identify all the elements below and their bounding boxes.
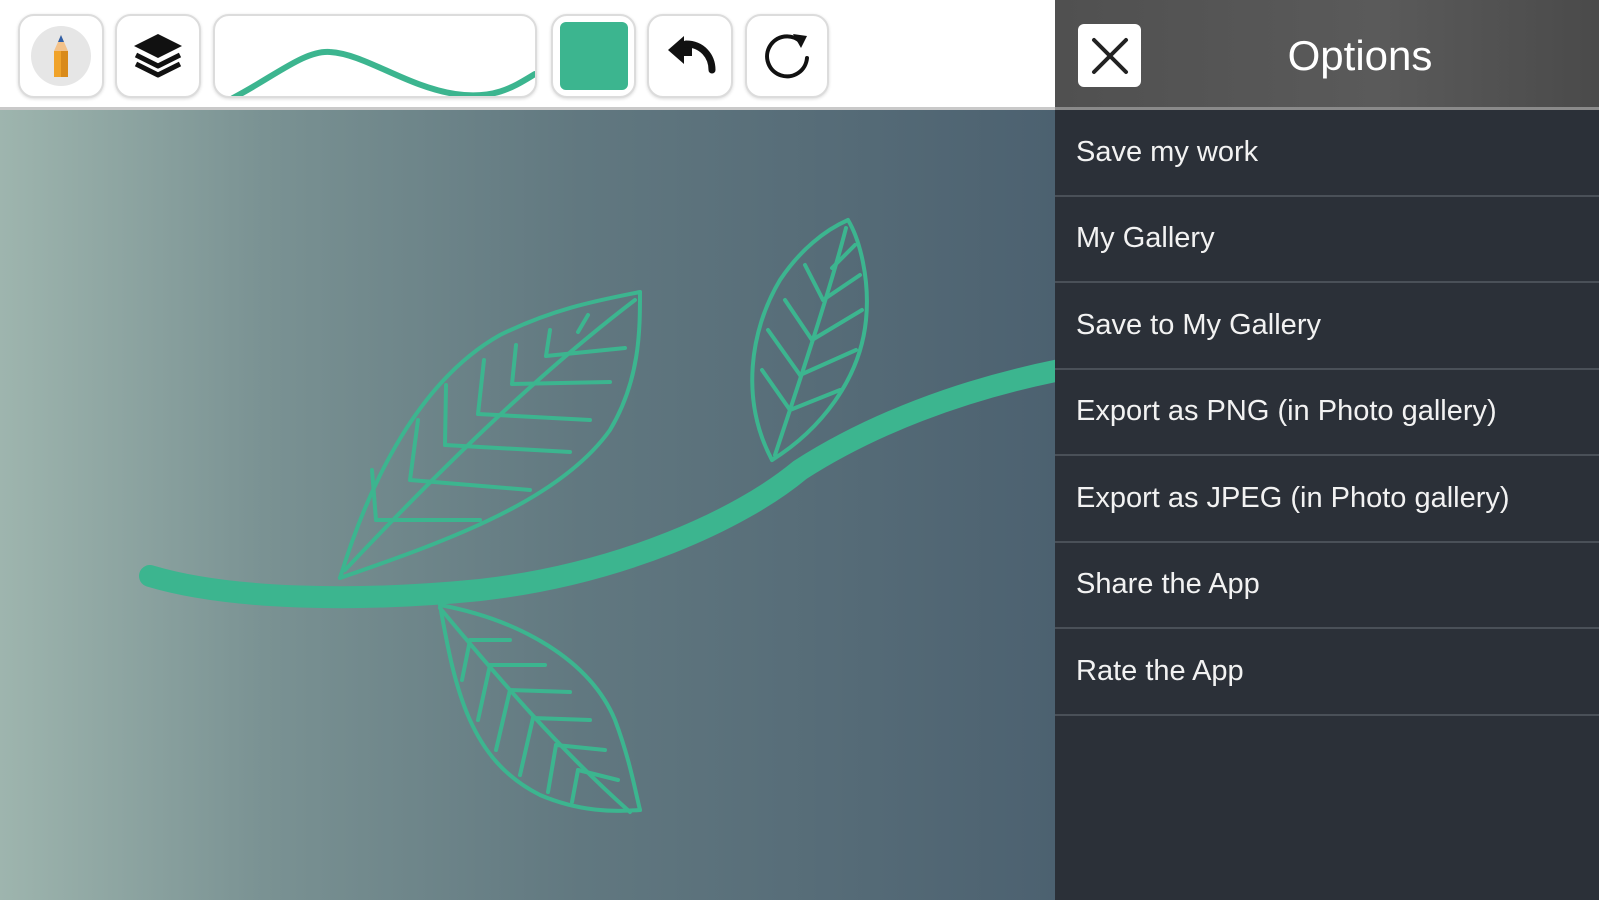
menu-item-save-my-work[interactable]: Save my work [1055,110,1599,197]
leaf-lower [438,603,642,814]
options-header: Options [1055,0,1599,110]
color-button[interactable] [551,14,636,98]
menu-item-rate-app[interactable]: Rate the App [1055,629,1599,716]
close-button[interactable] [1078,24,1141,87]
layers-button[interactable] [115,14,201,98]
pencil-icon [31,26,91,86]
brush-size-preview[interactable] [213,14,537,98]
menu-item-save-to-my-gallery[interactable]: Save to My Gallery [1055,283,1599,370]
color-swatch [559,22,628,90]
options-title: Options [1287,32,1433,79]
layers-icon [134,34,182,78]
branch-stroke [139,359,1055,609]
drawing-app: Options Save my work My Gallery Save to … [0,0,1599,900]
menu-item-my-gallery[interactable]: My Gallery [1055,197,1599,283]
menu-item-share-app[interactable]: Share the App [1055,543,1599,629]
redo-button[interactable] [745,14,829,98]
leaf-upper-right [750,218,869,462]
menu-item-export-png[interactable]: Export as PNG (in Photo gallery) [1055,370,1599,456]
stroke-preview-icon [230,48,535,96]
options-panel: Options Save my work My Gallery Save to … [1055,0,1599,900]
brush-button[interactable] [18,14,104,98]
close-icon [1091,37,1128,74]
undo-icon [668,36,716,74]
redo-icon [765,34,809,79]
options-menu: Save my work My Gallery Save to My Galle… [1055,110,1599,716]
leaf-drawing [139,218,1055,814]
leaf-upper-left [338,290,642,580]
undo-button[interactable] [647,14,733,98]
menu-item-export-jpeg[interactable]: Export as JPEG (in Photo gallery) [1055,456,1599,543]
drawing-canvas[interactable] [0,110,1055,900]
toolbar [0,0,1055,110]
